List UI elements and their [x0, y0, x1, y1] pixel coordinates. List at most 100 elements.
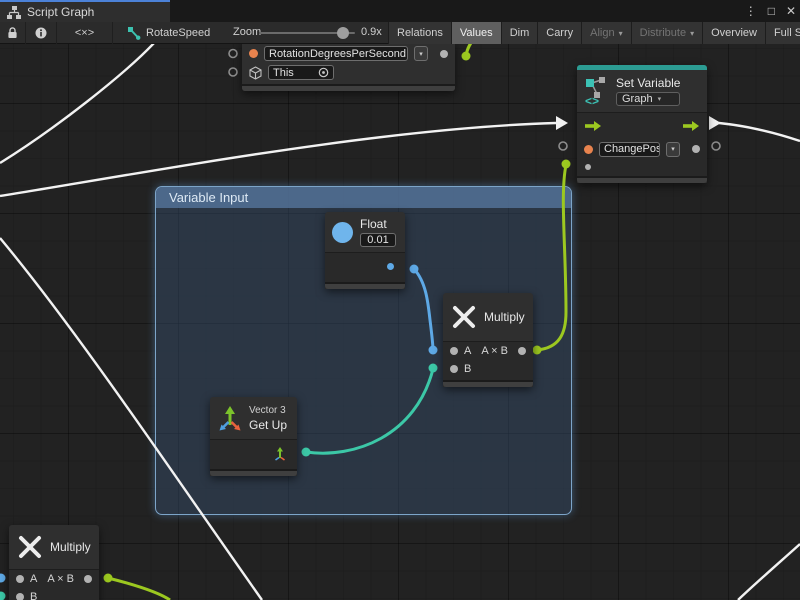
zoom-value: 0.9x [361, 26, 382, 38]
wire-endpoint [462, 52, 471, 61]
port-b-label: B [464, 363, 471, 375]
output-port[interactable] [692, 145, 700, 153]
variable-dropdown-button[interactable]: ▾ [666, 142, 680, 157]
port-ring[interactable] [229, 50, 237, 58]
port-a-label: A [30, 573, 37, 585]
toolbar-buttons: Relations Values Dim Carry Align▾ Distri… [388, 22, 800, 44]
toolbar-left-cluster: <×> [0, 22, 113, 44]
input-port-b[interactable] [450, 365, 458, 373]
name-port[interactable] [584, 145, 593, 154]
cube-icon [249, 66, 262, 80]
align-button[interactable]: Align▾ [581, 22, 630, 44]
svg-text:<>: <> [585, 94, 599, 106]
code-icon: <×> [75, 27, 94, 39]
target-row: This [242, 63, 455, 82]
node-float[interactable]: Float 0.01 [325, 212, 405, 289]
wire-flow-out-of-set-variable [719, 123, 800, 141]
maximize-icon[interactable]: □ [768, 0, 775, 22]
values-button[interactable]: Values [451, 22, 501, 44]
vector3-icon [218, 405, 242, 431]
result-label: A × B [477, 345, 512, 357]
chevron-down-icon: ▾ [671, 145, 675, 153]
dim-button[interactable]: Dim [501, 22, 538, 44]
code-preview-button[interactable]: <×> [57, 22, 113, 44]
port-ring[interactable] [559, 142, 567, 150]
float-value-field[interactable]: 0.01 [360, 233, 396, 247]
variable-name-field[interactable]: ChangePos [599, 142, 660, 157]
menu-icon[interactable]: ⋮ [745, 0, 757, 22]
wire-green-getvariable-out [466, 44, 476, 56]
carry-button[interactable]: Carry [537, 22, 581, 44]
float-output-port[interactable] [387, 263, 394, 270]
input-port-a[interactable] [450, 347, 458, 355]
set-variable-icon: <> [585, 76, 609, 106]
distribute-button[interactable]: Distribute▾ [631, 22, 702, 44]
node-multiply-group[interactable]: Multiply A A × B B [443, 293, 533, 387]
zoom-slider-handle[interactable] [337, 27, 349, 39]
wire-white-topleft [0, 44, 155, 163]
chevron-down-icon: ▾ [419, 50, 423, 58]
lock-button[interactable] [0, 22, 26, 44]
target-value: This [273, 66, 294, 80]
node-multiply-bottom[interactable]: Multiply A A × B B [9, 525, 99, 600]
target-field[interactable]: This [268, 65, 334, 80]
float-type-icon [332, 222, 353, 243]
relations-button[interactable]: Relations [388, 22, 451, 44]
graph-toolbar: <×> RotateSpeed Zoom 0.9x Relations Valu… [0, 22, 800, 44]
overview-button[interactable]: Overview [702, 22, 765, 44]
chevron-down-icon: ▾ [690, 29, 694, 38]
flow-out-arrow-icon[interactable] [682, 120, 700, 132]
group-header[interactable]: Variable Input [156, 187, 571, 208]
input-port-a[interactable] [16, 575, 24, 583]
chevron-down-icon: ▾ [619, 29, 623, 38]
port-ring[interactable] [229, 68, 237, 76]
port-row-b: B [9, 588, 99, 600]
graph-canvas[interactable]: Variable Input [0, 44, 800, 600]
output-port[interactable] [518, 347, 526, 355]
zoom-label: Zoom [233, 26, 261, 38]
float-value: 0.01 [367, 233, 388, 247]
node-title: Float [360, 217, 387, 231]
tab-script-graph[interactable]: Script Graph [0, 0, 170, 22]
node-get-variable[interactable]: RotationDegreesPerSecond ▾ This [242, 44, 455, 91]
output-port[interactable] [440, 50, 448, 58]
wire-endpoint [104, 574, 113, 583]
lock-icon [7, 27, 18, 39]
value-input-row [577, 159, 707, 174]
variable-name-field[interactable]: RotationDegreesPerSecond [264, 46, 408, 61]
value-port[interactable] [585, 164, 591, 170]
wire-multiply-bottom-out [108, 578, 170, 600]
object-picker-icon[interactable] [318, 67, 329, 78]
node-title: Multiply [484, 310, 525, 324]
flow-in-arrow-icon[interactable] [584, 120, 602, 132]
variable-name: RotationDegreesPerSecond [269, 47, 406, 61]
port-b-label: B [30, 591, 37, 600]
close-icon[interactable]: ✕ [786, 0, 796, 22]
port-ring[interactable] [712, 142, 720, 150]
info-icon [35, 27, 47, 39]
full-screen-button[interactable]: Full Screen [765, 22, 800, 44]
result-label: A × B [43, 573, 78, 585]
chevron-down-icon: ▾ [658, 95, 662, 103]
variable-dropdown-button[interactable]: ▾ [414, 46, 428, 61]
input-port-b[interactable] [16, 593, 24, 600]
node-set-variable[interactable]: <> Set Variable Graph ▾ [577, 65, 707, 183]
node-vector3-get-up[interactable]: Vector 3 Get Up [210, 397, 297, 476]
node-footer [577, 176, 707, 183]
tab-title: Script Graph [27, 5, 94, 19]
port-row-b: B [443, 360, 533, 378]
vector3-output-port[interactable] [273, 447, 287, 461]
type-label: Vector 3 [249, 405, 287, 416]
graph-node-icon [128, 27, 141, 40]
graph-name: RotateSpeed [146, 27, 210, 39]
port-row-a: A A × B [443, 342, 533, 360]
node-footer [443, 380, 533, 387]
info-button[interactable] [26, 22, 57, 44]
node-footer [242, 84, 455, 91]
value-port[interactable] [249, 49, 258, 58]
output-port[interactable] [84, 575, 92, 583]
scope-value: Graph [622, 93, 653, 105]
variable-name-row: ChangePos ▾ [577, 139, 707, 159]
scope-dropdown[interactable]: Graph ▾ [616, 92, 680, 106]
graph-reference[interactable]: RotateSpeed [128, 22, 210, 44]
